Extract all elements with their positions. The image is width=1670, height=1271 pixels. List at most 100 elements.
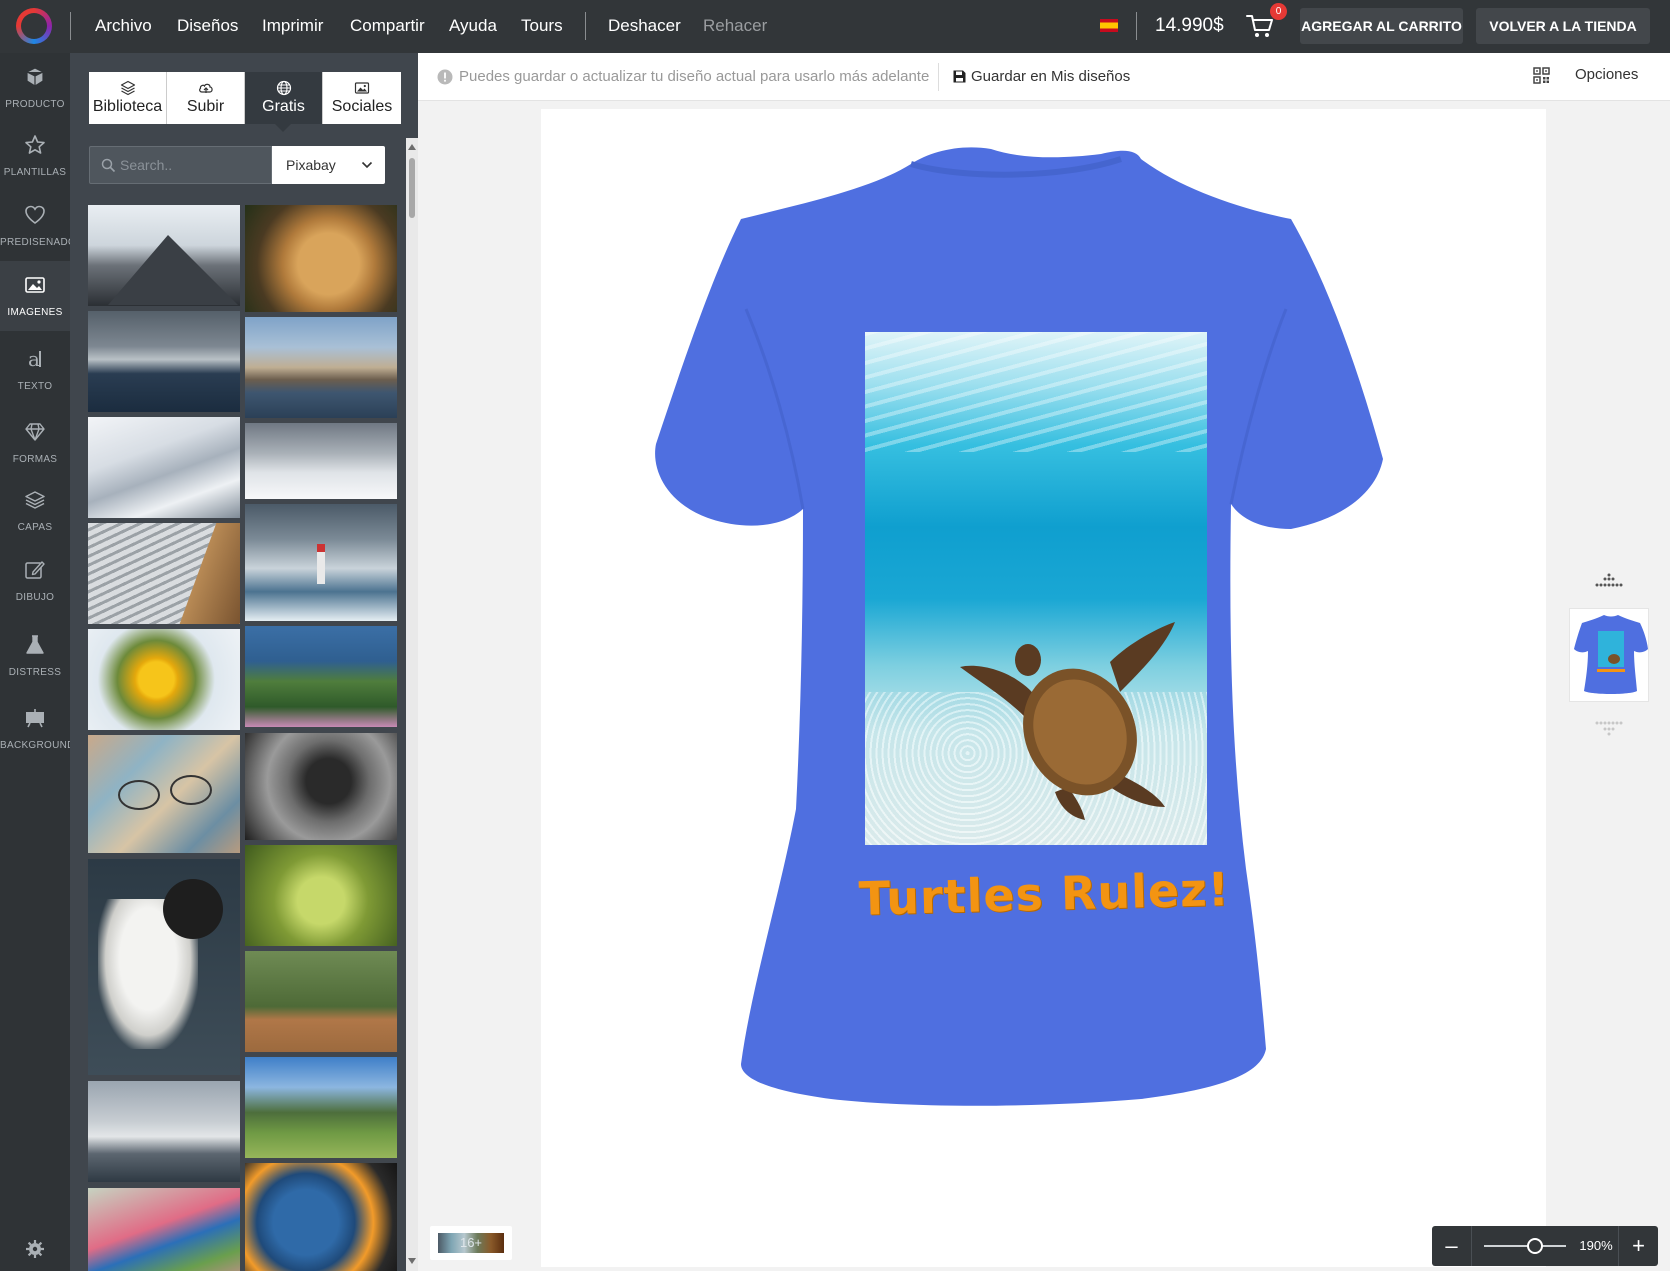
sidebar-item-texto[interactable]: a TEXTO	[0, 335, 70, 405]
undo-button[interactable]: Deshacer	[608, 0, 681, 53]
image-thumbnail-lake-trees-flowers[interactable]	[245, 626, 397, 727]
menu-archivo[interactable]: Archivo	[95, 0, 152, 53]
image-thumbnail-gibbon[interactable]	[245, 733, 397, 840]
menu-disenos[interactable]: Diseños	[177, 0, 238, 53]
image-thumbnail-macaw[interactable]	[245, 1163, 397, 1271]
zoom-controls: – 190% +	[1432, 1226, 1658, 1266]
sidebar-item-plantillas[interactable]: PLANTILLAS	[0, 121, 70, 191]
cube-icon	[26, 67, 44, 87]
image-thumbnail-lighthouse-glacier[interactable]	[245, 504, 397, 621]
image-thumbnail-marina[interactable]	[88, 1081, 240, 1182]
tab-label: Sociales	[331, 98, 393, 115]
menu-compartir[interactable]: Compartir	[350, 0, 425, 53]
save-design-label: Guardar en Mis diseños	[971, 68, 1131, 85]
gear-icon[interactable]	[24, 1238, 46, 1260]
sidebar-item-capas[interactable]: CAPAS	[0, 476, 70, 546]
sidebar-item-dibujo[interactable]: DIBUJO	[0, 546, 70, 616]
zoom-slider-handle[interactable]	[1526, 1238, 1543, 1254]
sidebar-item-formas[interactable]: FORMAS	[0, 408, 70, 478]
qr-code-icon[interactable]	[1533, 67, 1550, 84]
tab-sociales[interactable]: Sociales	[323, 72, 401, 124]
sidebar-item-distress[interactable]: DISTRESS	[0, 621, 70, 691]
image-thumbnail-green-bud[interactable]	[245, 845, 397, 946]
image-thumbnail-sunflower[interactable]	[88, 629, 240, 730]
back-to-store-button[interactable]: VOLVER A LA TIENDA	[1476, 8, 1650, 44]
zoom-in-button[interactable]: +	[1618, 1226, 1658, 1266]
image-thumbnail-snowy-slope[interactable]	[88, 417, 240, 518]
menu-ayuda[interactable]: Ayuda	[449, 0, 497, 53]
sidebar-item-background[interactable]: BACKGROUND	[0, 694, 70, 764]
view-dots-icon	[1595, 721, 1623, 736]
design-canvas[interactable]: Turtles Rulez!	[541, 109, 1546, 1267]
tab-label: Subir	[186, 98, 225, 115]
image-thumbnail-lovebird-on-flower[interactable]	[88, 1188, 240, 1271]
image-thumbnail-snowy-mountain-peak[interactable]	[88, 205, 240, 306]
zoom-slider[interactable]	[1484, 1226, 1566, 1266]
options-button[interactable]: Opciones	[1575, 53, 1638, 97]
globe-icon	[276, 80, 292, 96]
star-icon	[25, 135, 45, 154]
sidebar-item-label: TEXTO	[17, 381, 53, 392]
image-thumbnail-bird-on-fence[interactable]	[245, 951, 397, 1052]
tab-biblioteca[interactable]: Biblioteca	[89, 72, 167, 124]
image-thumbnail-alpine-village[interactable]	[245, 1057, 397, 1158]
image-thumbnail-cheetah[interactable]	[245, 205, 397, 312]
svg-text:a: a	[28, 348, 40, 370]
sidebar-item-label: CAPAS	[17, 522, 53, 533]
save-notice-text: Puedes guardar o actualizar tu diseño ac…	[459, 68, 930, 85]
app-logo[interactable]	[16, 8, 52, 44]
sidebar-item-label: PREDISEÑADO	[0, 237, 70, 248]
editor-area: Puedes guardar o actualizar tu diseño ac…	[418, 53, 1670, 1271]
design-color-palette[interactable]: 16+	[430, 1226, 512, 1260]
tool-sidebar: PRODUCTO PLANTILLAS PREDISEÑADO IMÁGENES…	[0, 53, 70, 1271]
diamond-icon	[25, 423, 45, 441]
sidebar-item-producto[interactable]: PRODUCTO	[0, 53, 70, 123]
redo-button[interactable]: Rehacer	[703, 0, 767, 53]
info-icon	[437, 69, 453, 85]
zoom-out-button[interactable]: –	[1432, 1226, 1472, 1266]
layers-icon	[120, 80, 136, 96]
scrollbar-thumb[interactable]	[409, 158, 415, 218]
cart-icon[interactable]	[1246, 13, 1274, 39]
floppy-disk-icon	[953, 70, 966, 83]
tab-subir[interactable]: Subir	[167, 72, 245, 124]
menu-tours[interactable]: Tours	[521, 0, 563, 53]
text-icon: a	[28, 348, 41, 370]
menu-divider	[585, 12, 586, 40]
flask-icon	[26, 635, 44, 654]
sidebar-item-label: IMÁGENES	[7, 307, 63, 318]
image-thumbnail-cloudy-snowfield[interactable]	[245, 423, 397, 499]
tab-label: Biblioteca	[92, 98, 163, 115]
toolbar-divider	[938, 63, 939, 91]
image-thumbnail-lakeside-town[interactable]	[245, 317, 397, 418]
image-icon	[25, 277, 45, 293]
layers-icon	[25, 491, 45, 509]
scroll-down-arrow[interactable]	[408, 1258, 416, 1264]
image-thumbnail-stormy-sea[interactable]	[88, 311, 240, 412]
menu-imprimir[interactable]: Imprimir	[262, 0, 323, 53]
scroll-up-arrow[interactable]	[408, 144, 416, 150]
designer-app: Archivo Diseños Imprimir Compartir Ayuda…	[0, 0, 1670, 1271]
chevron-down-icon	[361, 161, 373, 169]
sidebar-item-predisenado[interactable]: PREDISEÑADO	[0, 191, 70, 261]
image-source-select[interactable]: Pixabay	[272, 146, 385, 184]
image-thumbnail-glasses-on-map[interactable]	[88, 735, 240, 853]
shirt-thumbnail	[1574, 615, 1648, 694]
tab-gratis[interactable]: Gratis	[245, 72, 323, 124]
print-image-sea-turtle[interactable]	[865, 332, 1207, 845]
search-input[interactable]	[120, 147, 270, 183]
product-view-thumbnail-back[interactable]	[1569, 608, 1649, 702]
sidebar-item-label: FORMAS	[12, 454, 58, 465]
print-text-turtles-rulez[interactable]: Turtles Rulez!	[858, 862, 1230, 941]
sidebar-item-label: BACKGROUND	[0, 740, 70, 751]
image-thumbnail-curved-roof[interactable]	[88, 523, 240, 624]
image-thumbnail-tamarin-monkey[interactable]	[88, 859, 240, 1075]
images-panel: Biblioteca Subir Gratis Sociales Pixabay	[70, 53, 418, 1271]
sidebar-item-imagenes[interactable]: IMÁGENES	[0, 261, 70, 331]
add-to-cart-button[interactable]: AGREGAR AL CARRITO	[1300, 8, 1463, 44]
image-icon	[354, 82, 370, 94]
easel-icon	[26, 709, 44, 728]
palette-color-count: 16+	[459, 1235, 483, 1250]
spain-flag-icon[interactable]	[1100, 19, 1118, 32]
panel-scrollbar[interactable]	[406, 138, 418, 1271]
